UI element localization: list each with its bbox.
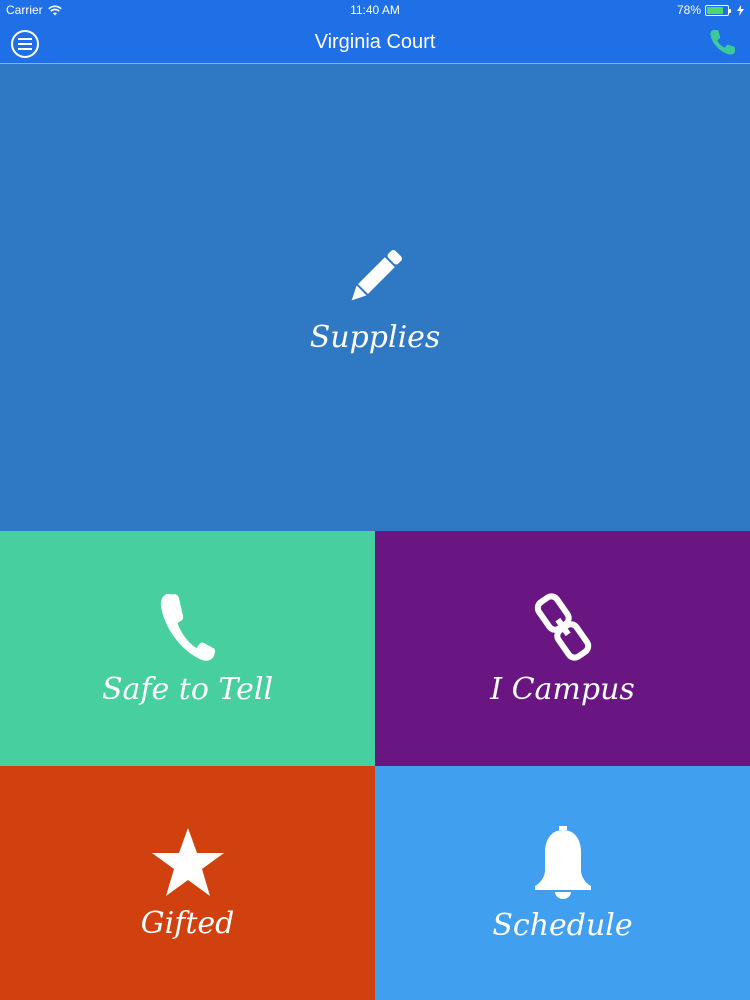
tile-safe-to-tell[interactable]: Safe to Tell [0,531,375,766]
status-time: 11:40 AM [350,3,400,17]
link-icon [534,593,591,661]
tile-schedule[interactable]: Schedule [375,766,750,1000]
app-screen: Carrier 11:40 AM 78% Virginia Court Supp… [0,0,750,1000]
tile-label-supplies: Supplies [309,319,441,355]
pencil-icon [351,249,403,300]
phone-icon [160,594,215,661]
call-button[interactable] [708,27,738,57]
tile-gifted[interactable]: Gifted [0,766,375,1000]
charging-icon [737,4,744,16]
star-icon [151,827,224,896]
tile-i-campus[interactable]: I Campus [375,531,750,766]
nav-bar: Virginia Court [0,20,750,64]
phone-icon [710,30,735,55]
tile-label-i-campus: I Campus [490,672,635,707]
tile-label-gifted: Gifted [140,905,235,941]
tile-label-safe-to-tell: Safe to Tell [101,672,274,707]
battery-icon [705,4,731,16]
page-title: Virginia Court [314,31,436,53]
battery-fill [707,6,723,14]
tile-label-schedule: Schedule [492,907,633,943]
tile-supplies[interactable]: Supplies [0,65,750,531]
bell-icon [534,825,591,899]
status-bar: Carrier 11:40 AM 78% [0,0,750,20]
battery-percent: 78% [676,3,701,17]
status-right: 78% [677,3,744,17]
